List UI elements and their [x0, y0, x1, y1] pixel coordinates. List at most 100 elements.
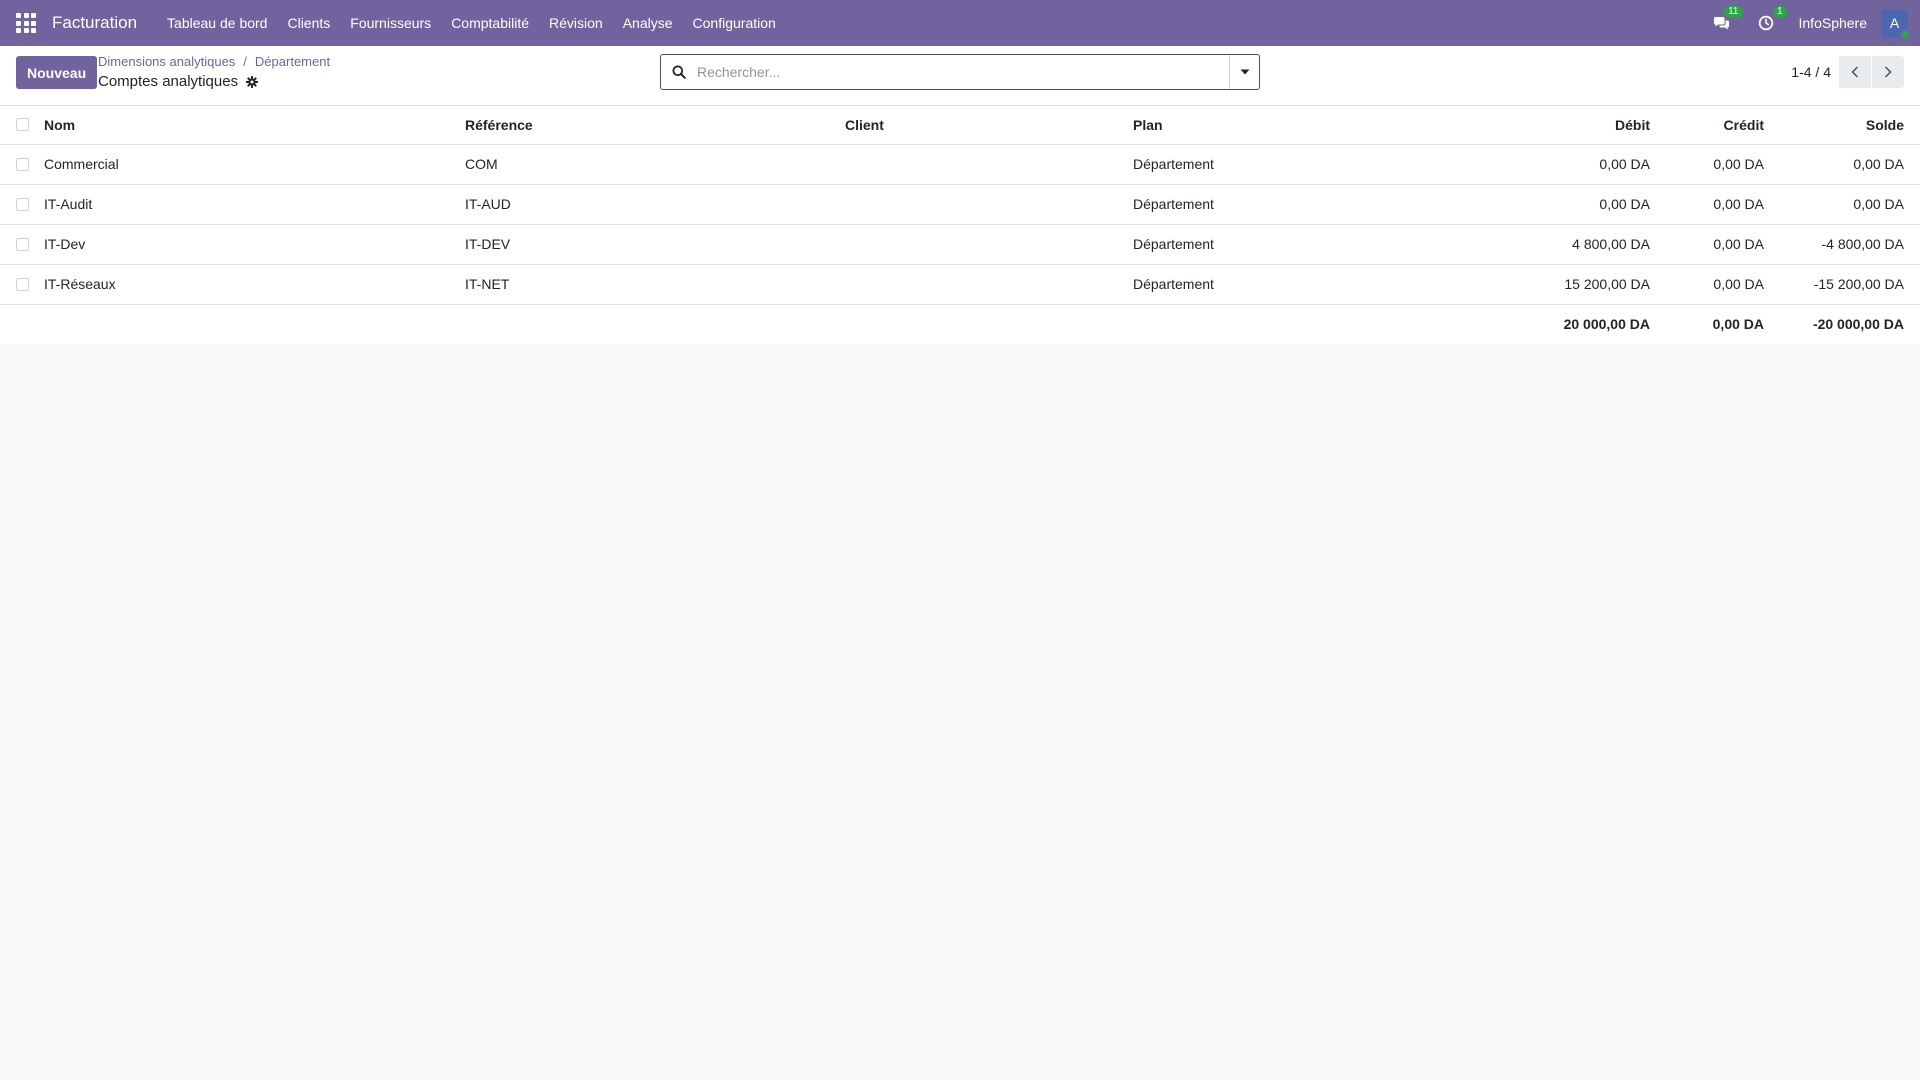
cell-balance: 0,00 DA [1780, 184, 1920, 225]
cell-plan: Département [1133, 224, 1523, 265]
total-credit: 0,00 DA [1666, 304, 1780, 344]
pager-next-button[interactable] [1872, 56, 1904, 88]
cell-name: Commercial [44, 144, 465, 185]
menu-item-analysis[interactable]: Analyse [613, 15, 683, 31]
cell-credit: 0,00 DA [1666, 184, 1780, 225]
menu-item-accounting[interactable]: Comptabilité [441, 15, 539, 31]
page-title-row: Comptes analytiques [98, 73, 259, 90]
cell-balance: -15 200,00 DA [1780, 264, 1920, 305]
table-row[interactable]: IT-Dev IT-DEV Département 4 800,00 DA 0,… [0, 224, 1920, 265]
cell-balance: -4 800,00 DA [1780, 224, 1920, 265]
chevron-right-icon [1884, 66, 1892, 78]
page-title: Comptes analytiques [98, 73, 239, 90]
column-header-plan[interactable]: Plan [1133, 106, 1523, 145]
cell-credit: 0,00 DA [1666, 224, 1780, 265]
total-debit: 20 000,00 DA [1523, 304, 1666, 344]
column-header-credit[interactable]: Crédit [1666, 106, 1780, 145]
column-header-debit[interactable]: Débit [1523, 106, 1666, 145]
cell-plan: Département [1133, 264, 1523, 305]
totals-spacer [44, 304, 465, 344]
row-checkbox[interactable] [16, 277, 29, 291]
row-select-cell [0, 264, 44, 305]
totals-row: 20 000,00 DA 0,00 DA -20 000,00 DA [0, 304, 1920, 344]
row-select-cell [0, 144, 44, 185]
breadcrumb-separator: / [243, 54, 247, 69]
row-checkbox[interactable] [16, 197, 29, 211]
control-panel: Nouveau Dimensions analytiques / Départeme… [0, 46, 1920, 106]
row-checkbox[interactable] [16, 157, 29, 171]
totals-spacer [0, 304, 44, 344]
menu-item-clients[interactable]: Clients [277, 15, 340, 31]
search-icon [661, 65, 697, 79]
row-select-cell [0, 184, 44, 225]
activities-badge: 1 [1772, 6, 1787, 18]
messages-icon[interactable]: 11 [1711, 6, 1743, 34]
breadcrumb: Dimensions analytiques / Département [98, 54, 330, 69]
pager: 1-4 / 4 [1791, 56, 1904, 88]
cell-reference: IT-AUD [465, 184, 845, 225]
total-balance: -20 000,00 DA [1780, 304, 1920, 344]
messages-badge: 11 [1724, 6, 1743, 18]
table-header-row: Nom Référence Client Plan Débit Crédit S… [0, 106, 1920, 145]
cell-debit: 4 800,00 DA [1523, 224, 1666, 265]
new-button[interactable]: Nouveau [16, 56, 98, 89]
column-header-reference[interactable]: Référence [465, 106, 845, 145]
totals-spacer [845, 304, 1133, 344]
avatar-letter: A [1889, 15, 1900, 31]
pager-value[interactable]: 1-4 / 4 [1791, 64, 1831, 80]
cell-debit: 0,00 DA [1523, 144, 1666, 185]
select-all-checkbox[interactable] [16, 118, 29, 132]
table-row[interactable]: IT-Réseaux IT-NET Département 15 200,00 … [0, 264, 1920, 305]
cell-credit: 0,00 DA [1666, 264, 1780, 305]
totals-spacer [465, 304, 845, 344]
cell-client [845, 224, 1133, 265]
select-all-cell [0, 106, 44, 145]
pager-previous-button[interactable] [1839, 56, 1871, 88]
table-row[interactable]: IT-Audit IT-AUD Département 0,00 DA 0,00… [0, 184, 1920, 225]
cell-debit: 0,00 DA [1523, 184, 1666, 225]
totals-spacer [1133, 304, 1523, 344]
row-select-cell [0, 224, 44, 265]
column-header-name[interactable]: Nom [44, 106, 465, 145]
cell-credit: 0,00 DA [1666, 144, 1780, 185]
column-header-balance[interactable]: Solde [1780, 106, 1920, 145]
search-bar [660, 54, 1260, 90]
caret-down-icon [1240, 69, 1249, 75]
main-menu: Tableau de bord Clients Fournisseurs Com… [157, 15, 786, 31]
online-status-dot [1900, 28, 1911, 40]
cell-client [845, 144, 1133, 185]
apps-menu-icon[interactable] [14, 11, 38, 35]
breadcrumb-analytic-dimensions[interactable]: Dimensions analytiques [98, 54, 235, 69]
menu-item-review[interactable]: Révision [539, 15, 613, 31]
cell-balance: 0,00 DA [1780, 144, 1920, 185]
row-checkbox[interactable] [16, 237, 29, 251]
menu-item-dashboard[interactable]: Tableau de bord [157, 15, 277, 31]
cell-name: IT-Audit [44, 184, 465, 225]
app-name[interactable]: Facturation [52, 13, 137, 33]
search-options-toggle[interactable] [1229, 55, 1259, 89]
chevron-left-icon [1851, 66, 1859, 78]
cell-name: IT-Réseaux [44, 264, 465, 305]
top-navbar: Facturation Tableau de bord Clients Four… [0, 0, 1920, 46]
cell-client [845, 184, 1133, 225]
company-switcher[interactable]: InfoSphere [1799, 15, 1868, 31]
search-input[interactable] [697, 64, 1229, 80]
menu-item-suppliers[interactable]: Fournisseurs [340, 15, 441, 31]
analytic-accounts-table: Nom Référence Client Plan Débit Crédit S… [0, 106, 1920, 344]
navbar-systray: 11 1 InfoSphere A [1711, 0, 1911, 46]
cell-reference: IT-DEV [465, 224, 845, 265]
cell-name: IT-Dev [44, 224, 465, 265]
table-row[interactable]: Commercial COM Département 0,00 DA 0,00 … [0, 144, 1920, 185]
cell-reference: IT-NET [465, 264, 845, 305]
cell-plan: Département [1133, 184, 1523, 225]
gear-icon[interactable] [246, 75, 259, 88]
cell-client [845, 264, 1133, 305]
menu-item-configuration[interactable]: Configuration [683, 15, 786, 31]
user-avatar[interactable]: A [1881, 9, 1911, 40]
breadcrumb-department[interactable]: Département [255, 54, 330, 69]
cell-debit: 15 200,00 DA [1523, 264, 1666, 305]
cell-reference: COM [465, 144, 845, 185]
activities-clock-icon[interactable]: 1 [1755, 6, 1787, 34]
column-header-client[interactable]: Client [845, 106, 1133, 145]
cell-plan: Département [1133, 144, 1523, 185]
